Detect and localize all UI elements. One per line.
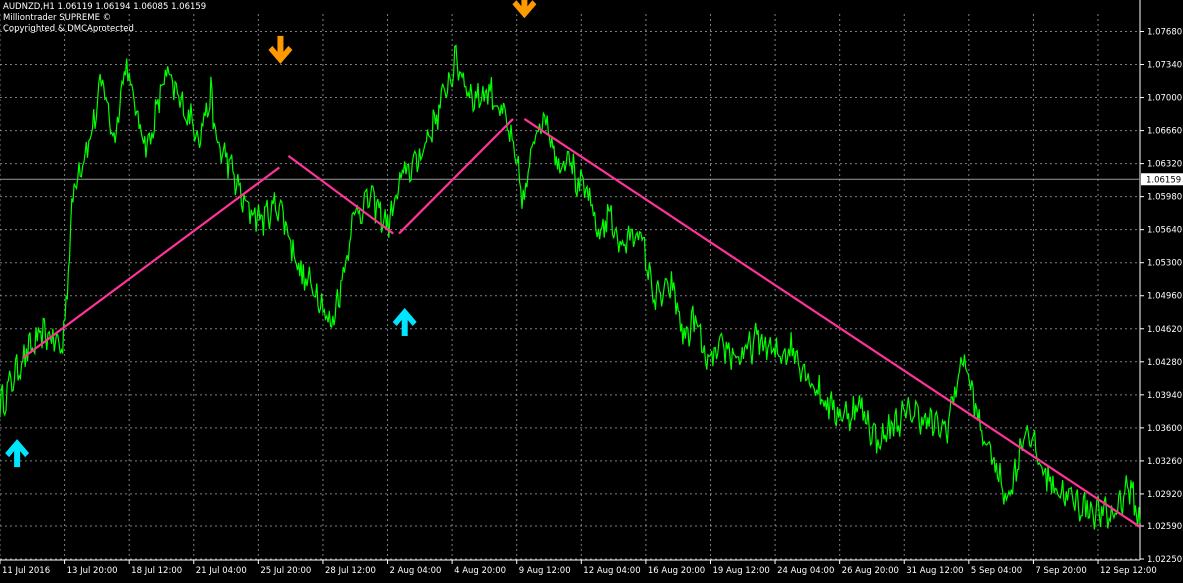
- y-axis-tick-label: 1.05980: [1147, 193, 1182, 203]
- y-axis-tick-label: 1.02250: [1147, 555, 1182, 565]
- y-axis-tick-label: 1.02920: [1147, 490, 1182, 500]
- x-axis-tick-label: 19 Aug 12:00: [712, 566, 769, 576]
- x-axis-tick-label: 2 Aug 04:00: [390, 566, 442, 576]
- x-axis-tick-label: 12 Aug 04:00: [583, 566, 640, 576]
- price-chart[interactable]: 1.07680 1.07340 1.07000 1.06660 1.06320 1.059…: [0, 0, 1183, 579]
- y-axis-tick-label: 1.05300: [1147, 259, 1182, 269]
- x-axis-tick-label: 5 Sep 04:00: [971, 566, 1022, 576]
- chart-svg[interactable]: 1.07680 1.07340 1.07000 1.06660 1.06320 1.059…: [0, 0, 1183, 579]
- y-axis-tick-label: 1.07340: [1147, 61, 1182, 71]
- x-axis-tick-label: 18 Jul 12:00: [131, 566, 182, 576]
- symbol-info-line: AUDNZD,H1 1.06119 1.06194 1.06085 1.0615…: [3, 2, 207, 12]
- y-axis-tick-label: 1.06320: [1147, 160, 1182, 170]
- x-axis-tick-label: 16 Aug 20:00: [648, 566, 705, 576]
- y-axis-tick-label: 1.02590: [1147, 522, 1182, 532]
- y-axis-tick-label: 1.05640: [1147, 226, 1182, 236]
- x-axis-tick-label: 9 Aug 12:00: [519, 566, 571, 576]
- y-axis-tick-label: 1.06660: [1147, 127, 1182, 137]
- y-axis-tick-label: 1.07680: [1147, 27, 1182, 37]
- y-axis-tick-label: 1.04620: [1147, 325, 1182, 335]
- x-axis-tick-label: 7 Sep 20:00: [1035, 566, 1086, 576]
- y-axis-tick-label: 1.03260: [1147, 457, 1182, 467]
- y-axis-tick-label: 1.07000: [1147, 94, 1182, 104]
- current-price-label: 1.06159: [1146, 175, 1181, 185]
- y-axis-tick-label: 1.04960: [1147, 292, 1182, 302]
- x-axis-tick-label: 21 Jul 04:00: [196, 566, 247, 576]
- x-axis-tick-label: 4 Aug 20:00: [454, 566, 506, 576]
- y-axis-tick-label: 1.03600: [1147, 424, 1182, 434]
- x-axis-tick-label: 26 Aug 20:00: [842, 566, 899, 576]
- copyright-text: Copyrighted & DMCAprotected: [3, 24, 134, 34]
- x-axis-tick-label: 24 Aug 04:00: [777, 566, 834, 576]
- y-axis-tick-label: 1.03940: [1147, 391, 1182, 401]
- y-axis-tick-label: 1.04280: [1147, 358, 1182, 368]
- indicator-name: Milliontrader SUPREME ©: [3, 13, 112, 23]
- x-axis-tick-label: 11 Jul 2016: [2, 566, 50, 576]
- x-axis-tick-label: 12 Sep 12:00: [1100, 566, 1157, 576]
- x-axis-tick-label: 25 Jul 20:00: [260, 566, 311, 576]
- x-axis-tick-label: 28 Jul 12:00: [325, 566, 376, 576]
- chart-background: [0, 0, 1183, 579]
- x-axis-tick-label: 31 Aug 12:00: [906, 566, 963, 576]
- x-axis-tick-label: 13 Jul 20:00: [67, 566, 118, 576]
